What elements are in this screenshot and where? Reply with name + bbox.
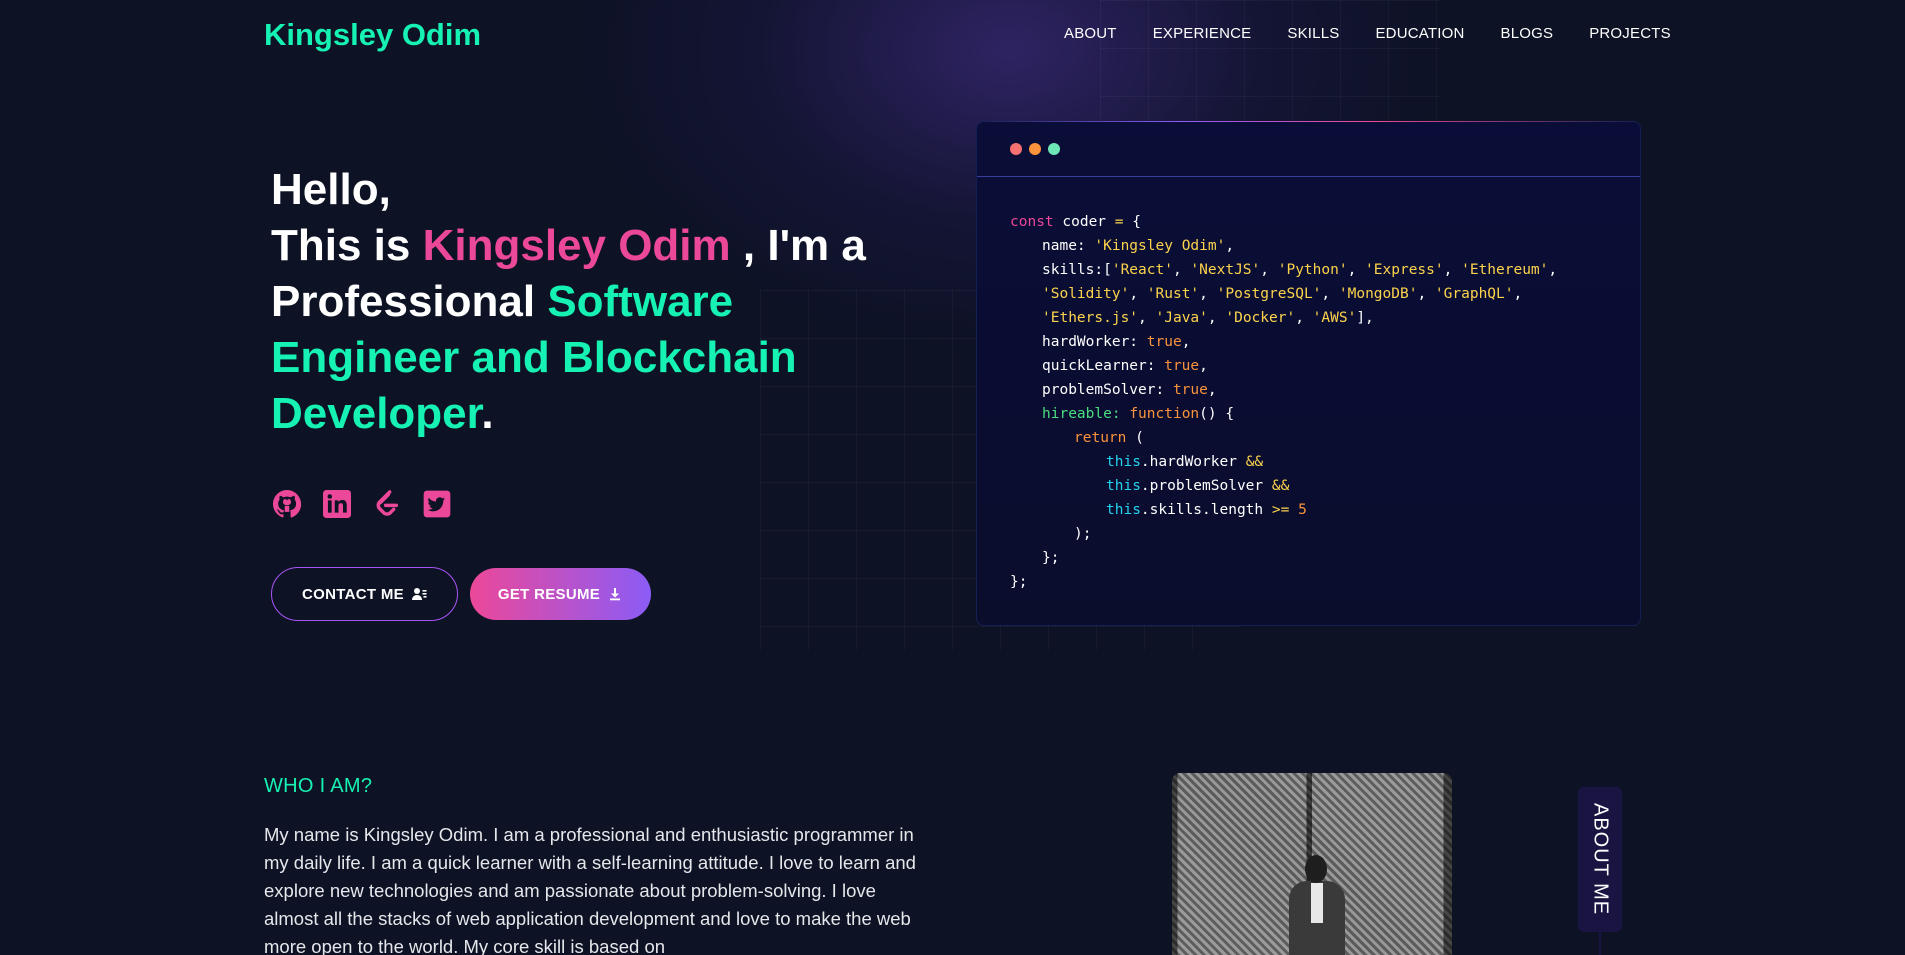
window-dot-orange xyxy=(1029,143,1041,155)
hero-this-is: This is xyxy=(271,221,423,270)
contact-me-button[interactable]: CONTACT ME xyxy=(271,567,458,621)
nav-link-about[interactable]: ABOUT xyxy=(1046,25,1135,42)
contact-card-icon xyxy=(411,586,427,602)
about-text: My name is Kingsley Odim. I am a profess… xyxy=(264,824,916,955)
logo[interactable]: Kingsley Odim xyxy=(264,17,481,53)
hero-name: Kingsley Odim xyxy=(422,221,731,270)
nav-link-blogs[interactable]: BLOGS xyxy=(1483,25,1572,42)
window-dot-red xyxy=(1010,143,1022,155)
nav-link-experience[interactable]: EXPERIENCE xyxy=(1135,25,1270,42)
code-line: ); xyxy=(1074,526,1092,542)
get-resume-label: GET RESUME xyxy=(497,585,601,603)
code-line: problemSolver: true, xyxy=(1042,382,1217,398)
code-block: const coder = { name: 'Kingsley Odim', ski… xyxy=(977,177,1640,594)
nav-link-skills[interactable]: SKILLS xyxy=(1269,25,1357,42)
hero-greeting: Hello, xyxy=(271,165,391,214)
hero-heading: Hello, This is Kingsley Odim , I'm a Profe… xyxy=(271,162,891,442)
hero-period: . xyxy=(481,389,494,438)
code-line: }; xyxy=(1010,574,1028,590)
code-card-header xyxy=(977,122,1640,177)
social-links xyxy=(271,488,453,520)
code-line: 'Ethers.js', 'Java', 'Docker', 'AWS'], xyxy=(1042,310,1374,326)
code-line: hireable: function() { xyxy=(1042,406,1235,422)
leetcode-icon[interactable] xyxy=(371,488,403,520)
code-line: quickLearner: true, xyxy=(1042,358,1208,374)
twitter-icon[interactable] xyxy=(421,488,453,520)
profile-photo xyxy=(1172,773,1452,955)
nav-link-education[interactable]: EDUCATION xyxy=(1357,25,1482,42)
hero-im-a: , I'm a xyxy=(730,221,866,270)
contact-me-label: CONTACT ME xyxy=(302,585,404,603)
code-card: const coder = { name: 'Kingsley Odim', ski… xyxy=(976,121,1641,626)
code-line: this.hardWorker && xyxy=(1106,454,1264,470)
side-tab-line xyxy=(1599,932,1601,955)
code-line: skills:['React', 'NextJS', 'Python', 'Ex… xyxy=(1042,262,1558,278)
code-line: this.problemSolver && xyxy=(1106,478,1290,494)
linkedin-icon[interactable] xyxy=(321,488,353,520)
get-resume-button[interactable]: GET RESUME xyxy=(470,568,651,620)
nav-link-projects[interactable]: PROJECTS xyxy=(1571,25,1689,42)
code-line: name: 'Kingsley Odim', xyxy=(1042,238,1235,254)
code-line: 'Solidity', 'Rust', 'PostgreSQL', 'Mongo… xyxy=(1042,286,1523,302)
top-nav: Kingsley Odim ABOUT EXPERIENCE SKILLS ED… xyxy=(0,0,1905,70)
window-dot-green xyxy=(1048,143,1060,155)
github-icon[interactable] xyxy=(271,488,303,520)
about-me-side-tab: ABOUT ME xyxy=(1578,787,1622,932)
code-line: hardWorker: true, xyxy=(1042,334,1191,350)
about-me-side-label: ABOUT ME xyxy=(1589,803,1612,916)
code-line: return ( xyxy=(1074,430,1144,446)
download-icon xyxy=(607,586,623,602)
about-title: WHO I AM? xyxy=(264,775,373,797)
code-line: }; xyxy=(1042,550,1060,566)
code-line: const coder = { xyxy=(1010,214,1141,230)
nav-links: ABOUT EXPERIENCE SKILLS EDUCATION BLOGS … xyxy=(1046,25,1689,42)
code-line: this.skills.length >= 5 xyxy=(1106,502,1307,518)
hero-buttons: CONTACT ME GET RESUME xyxy=(271,567,651,621)
hero-professional: Professional xyxy=(271,277,548,326)
